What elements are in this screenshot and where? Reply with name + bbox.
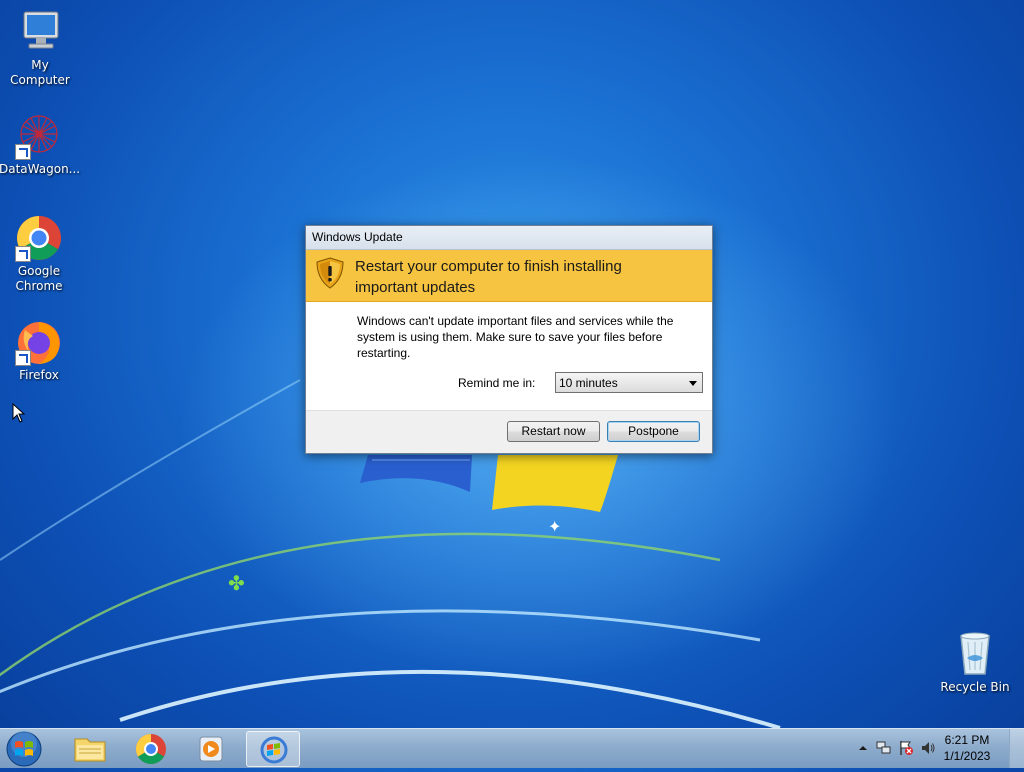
desktop-icon-recycle-bin[interactable]: Recycle Bin	[935, 630, 1015, 695]
volume-icon[interactable]	[920, 740, 936, 756]
start-button[interactable]	[4, 730, 44, 768]
taskbar-google-chrome[interactable]	[124, 731, 178, 767]
desktop-icon-firefox[interactable]: Firefox	[0, 318, 79, 383]
shortcut-arrow-icon	[15, 246, 31, 262]
desktop-icon-label: My Computer	[10, 58, 70, 87]
remind-dropdown-value: 10 minutes	[559, 376, 618, 390]
chevron-down-icon	[689, 381, 697, 386]
dialog-title: Windows Update	[312, 230, 403, 244]
dialog-footer: Restart now Postpone	[306, 410, 712, 453]
clock-time: 6:21 PM	[944, 733, 990, 747]
folder-icon	[74, 738, 106, 762]
clock-date: 1/1/2023	[943, 749, 991, 763]
network-icon[interactable]	[876, 740, 892, 756]
action-center-flag-icon[interactable]	[898, 740, 914, 756]
chrome-icon	[135, 734, 166, 765]
taskbar-windows-update[interactable]	[246, 731, 300, 767]
system-tray: 6:21 PM 1/1/2023	[834, 729, 1024, 768]
system-clock[interactable]: 6:21 PM 1/1/2023	[939, 732, 995, 764]
windows-update-dialog: Windows Update Restart your computer to …	[305, 225, 713, 454]
desktop-icon-label: DataWagon...	[0, 162, 81, 176]
remind-label: Remind me in:	[458, 376, 536, 390]
recycle-bin-icon	[951, 630, 999, 678]
shortcut-arrow-icon	[15, 144, 31, 160]
shortcut-arrow-icon	[15, 350, 31, 366]
windows-update-icon	[260, 736, 288, 764]
dialog-title-bar[interactable]: Windows Update	[306, 226, 712, 250]
show-hidden-icons-icon[interactable]	[858, 743, 868, 753]
desktop-icon-datawagon[interactable]: DataWagon...	[0, 112, 81, 177]
datawagon-icon	[15, 112, 63, 160]
desktop-icon-label: Recycle Bin	[940, 680, 1010, 694]
svg-text:✦: ✦	[548, 517, 561, 536]
desktop-icon-label-line1: Google	[17, 264, 61, 278]
taskbar: 6:21 PM 1/1/2023	[0, 728, 1024, 768]
dialog-banner: Restart your computer to finish installi…	[306, 250, 712, 302]
firefox-icon	[15, 318, 63, 366]
chrome-icon	[15, 214, 63, 262]
taskbar-media-player[interactable]	[184, 731, 238, 767]
warning-shield-icon	[316, 257, 344, 289]
mouse-cursor-icon	[12, 403, 26, 423]
dialog-heading-line1: Restart your computer to finish installi…	[355, 258, 622, 275]
windows-orb-icon	[6, 731, 42, 767]
desktop-icon-label: Firefox	[19, 368, 59, 382]
taskbar-windows-explorer[interactable]	[63, 731, 117, 767]
computer-icon	[16, 8, 64, 56]
desktop-icon-label-line2: Chrome	[15, 279, 63, 293]
desktop-icon-google-chrome[interactable]: Google Chrome	[0, 214, 79, 294]
remind-dropdown[interactable]: 10 minutes	[555, 372, 703, 393]
postpone-button[interactable]: Postpone	[607, 421, 700, 442]
dialog-message: Windows can't update important files and…	[357, 314, 674, 360]
dialog-heading-line2: important updates	[355, 279, 476, 296]
svg-text:✤: ✤	[228, 571, 245, 595]
restart-now-button[interactable]: Restart now	[507, 421, 600, 442]
dialog-heading: Restart your computer to finish installi…	[355, 256, 702, 298]
desktop-icon-my-computer[interactable]: My Computer	[0, 8, 80, 88]
show-desktop-button[interactable]	[1009, 729, 1024, 768]
media-player-icon	[199, 736, 223, 762]
